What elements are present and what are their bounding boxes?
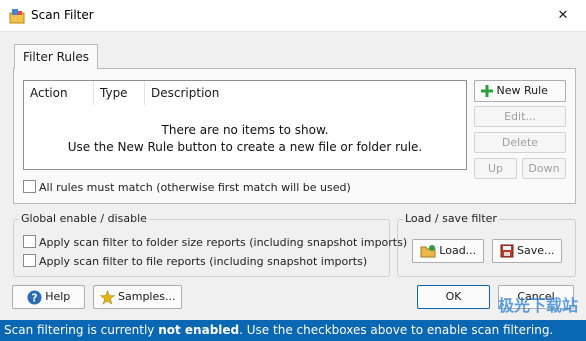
star-icon: [99, 289, 115, 305]
edit-button[interactable]: Edit...: [474, 106, 566, 127]
app-icon: [9, 9, 25, 24]
folder-reports-checkbox[interactable]: Apply scan filter to folder size reports…: [23, 235, 407, 249]
empty-message-line2: Use the New Rule button to create a new …: [67, 140, 423, 154]
global-enable-title: Global enable / disable: [19, 212, 149, 225]
up-button[interactable]: Up: [474, 158, 517, 179]
close-icon[interactable]: ✕: [540, 0, 586, 31]
status-suffix: . Use the checkboxes above to enable sca…: [239, 323, 554, 337]
list-header: Action Type Description: [24, 81, 466, 105]
title-bar: Scan Filter ✕: [0, 0, 586, 32]
new-rule-button[interactable]: New Rule: [474, 80, 566, 113]
column-description[interactable]: Description: [145, 81, 345, 105]
help-label: Help: [45, 290, 71, 303]
save-icon: [500, 244, 513, 258]
folder-reports-label: Apply scan filter to folder size reports…: [39, 236, 408, 249]
folder-open-icon: [420, 245, 436, 258]
status-prefix: Scan filtering is currently: [4, 323, 159, 337]
rules-list[interactable]: Action Type Description There are no ite…: [23, 80, 467, 170]
svg-text:?: ?: [31, 292, 37, 304]
checkbox-box[interactable]: [23, 235, 36, 248]
file-reports-label: Apply scan filter to file reports (inclu…: [39, 255, 368, 268]
new-rule-label: New Rule: [496, 84, 548, 97]
load-label: Load...: [439, 244, 477, 257]
window-title: Scan Filter: [31, 8, 94, 22]
load-save-title: Load / save filter: [403, 212, 499, 225]
delete-button[interactable]: Delete: [474, 132, 566, 153]
help-button[interactable]: ? Help: [12, 285, 85, 309]
status-emphasis: not enabled: [158, 323, 240, 337]
samples-button[interactable]: Samples...: [93, 285, 182, 309]
down-button[interactable]: Down: [522, 158, 566, 179]
checkbox-box[interactable]: [23, 180, 36, 193]
plus-icon: [481, 85, 493, 97]
watermark-logo: 极光下载站: [497, 296, 578, 315]
checkbox-box[interactable]: [23, 254, 36, 267]
save-label: Save...: [517, 244, 555, 257]
samples-label: Samples...: [118, 290, 176, 303]
load-button[interactable]: Load...: [412, 239, 484, 263]
file-reports-checkbox[interactable]: Apply scan filter to file reports (inclu…: [23, 254, 367, 268]
all-rules-match-checkbox[interactable]: All rules must match (otherwise first ma…: [23, 180, 351, 194]
help-icon: ?: [27, 289, 42, 305]
ok-button[interactable]: OK: [417, 285, 490, 309]
save-button[interactable]: Save...: [492, 239, 562, 263]
all-rules-match-label: All rules must match (otherwise first ma…: [39, 181, 351, 194]
column-type[interactable]: Type: [94, 81, 145, 105]
tab-filter-rules[interactable]: Filter Rules: [14, 44, 98, 69]
empty-message-line1: There are no items to show.: [161, 123, 329, 137]
status-bar: Scan filtering is currently not enabled.…: [0, 320, 586, 341]
column-action[interactable]: Action: [24, 81, 94, 105]
